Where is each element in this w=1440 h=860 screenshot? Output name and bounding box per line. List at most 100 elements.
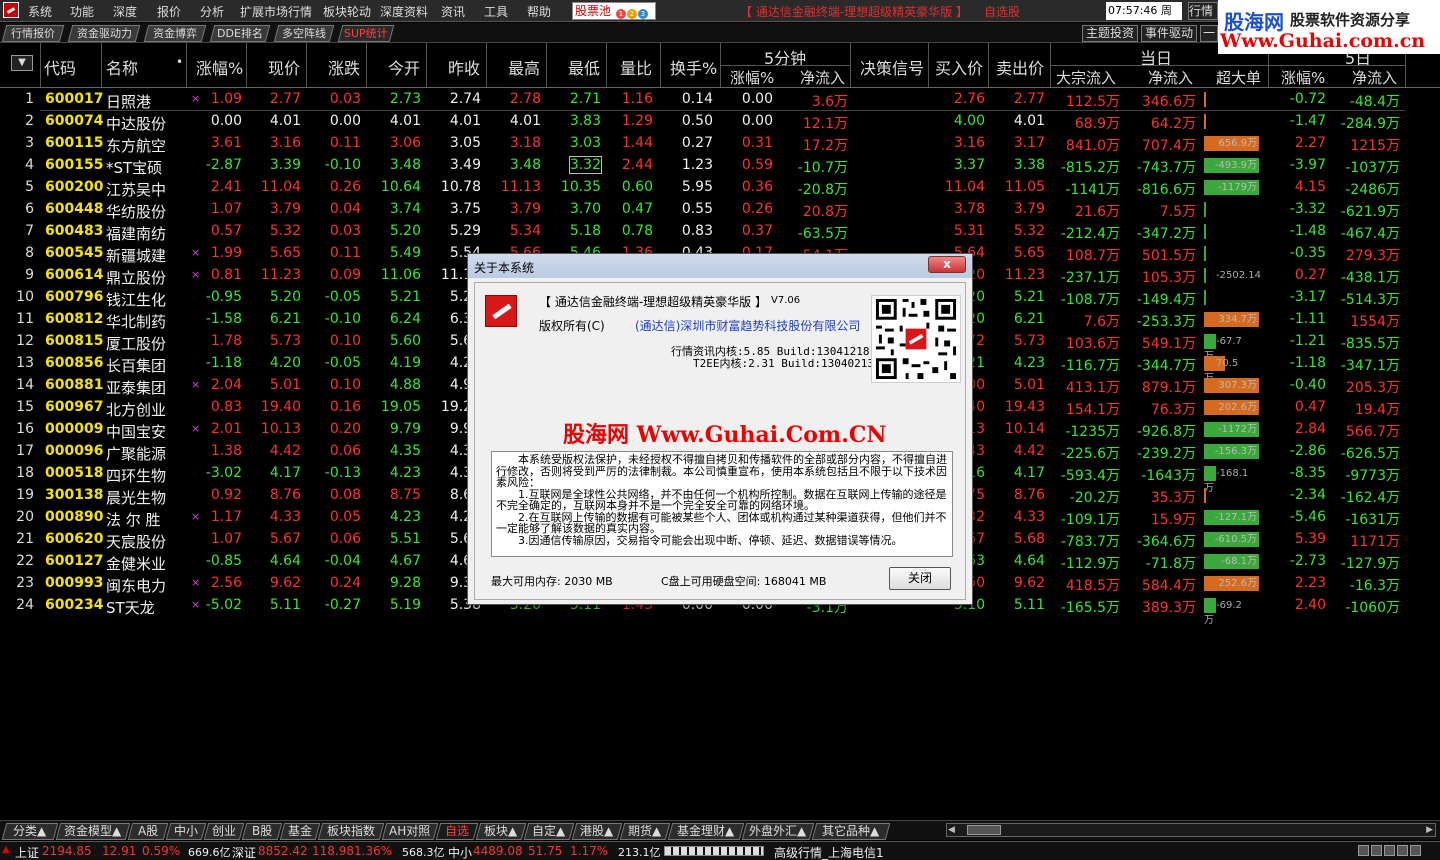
market-tab[interactable]: 板块▲	[475, 823, 527, 840]
market-tab[interactable]: 其它品种▲	[811, 823, 891, 840]
tab-quotes[interactable]: 行情报价	[1, 25, 65, 42]
dialog-titlebar[interactable]: 关于本系统 x	[468, 254, 972, 278]
dialog-close-icon[interactable]: x	[928, 256, 966, 273]
menu-function[interactable]: 功能	[70, 3, 94, 20]
cell-ask: 5.68	[1013, 531, 1045, 547]
col-change[interactable]: 涨跌	[328, 55, 360, 79]
row-index: 9	[25, 267, 34, 283]
col-open[interactable]: 今开	[388, 55, 420, 79]
col-super-large[interactable]: 超大单	[1216, 67, 1261, 88]
menu-quote[interactable]: 报价	[157, 3, 181, 20]
col-code[interactable]: 代码	[44, 55, 76, 79]
stock-code: 600155	[45, 157, 104, 173]
market-tab[interactable]: 外盘外汇▲	[741, 823, 815, 840]
col-turnover[interactable]: 换手%	[670, 55, 717, 79]
zx-label[interactable]: 中小	[448, 844, 472, 860]
tab-dde-rank[interactable]: DDE排名	[209, 25, 271, 42]
sz-label[interactable]: 深证	[232, 844, 256, 860]
market-tab[interactable]: 港股▲	[571, 823, 623, 840]
table-row[interactable]: 6 600448 华纺股份 1.07 3.79 0.04 3.74 3.75 3.79 3.70 0…	[0, 199, 1440, 221]
scroll-thumb[interactable]	[967, 825, 1001, 835]
market-tab[interactable]: 基金	[279, 823, 321, 840]
col-signal[interactable]: 决策信号	[860, 55, 924, 79]
table-row[interactable]: 2 600074 中达股份 0.00 4.01 0.00 4.01 4.01 4.01 3.83 1…	[0, 111, 1440, 133]
market-tab[interactable]: 板块指数	[317, 823, 385, 840]
pool-badge-3[interactable]: 3	[637, 9, 648, 19]
menu-sector-rotation[interactable]: 板块轮动	[323, 3, 371, 20]
market-tab[interactable]: 分类▲	[1, 823, 59, 840]
tab-capital-drive[interactable]: 资金驱动力	[67, 25, 141, 42]
market-tab[interactable]: A股	[127, 823, 169, 840]
col-bid[interactable]: 买入价	[935, 55, 983, 79]
cell-block: -815.2万	[1060, 160, 1120, 176]
menu-depth-data[interactable]: 深度资料	[380, 3, 428, 20]
horizontal-scrollbar[interactable]: ◀ ▶	[946, 823, 1436, 837]
col-5day-change[interactable]: 涨幅%	[1281, 67, 1325, 88]
quote-button[interactable]: 行情	[1188, 2, 1218, 20]
zx-index: 4489.08	[473, 844, 523, 858]
market-tab[interactable]: B股	[241, 823, 283, 840]
market-tab[interactable]: 中小	[165, 823, 207, 840]
market-tab[interactable]: AH对照	[381, 823, 439, 840]
scroll-right-icon[interactable]: ▶	[1426, 825, 1433, 835]
menu-system[interactable]: 系统	[28, 3, 52, 20]
market-tab[interactable]: 资金模型▲	[55, 823, 131, 840]
pool-badge-2[interactable]: 2	[626, 9, 637, 19]
cell-ask: 4.01	[1013, 113, 1045, 129]
market-tab[interactable]: 期货▲	[619, 823, 671, 840]
menu-tools[interactable]: 工具	[484, 3, 508, 20]
status-icon-1[interactable]	[1358, 845, 1369, 856]
col-high[interactable]: 最高	[508, 55, 540, 79]
app-logo-icon[interactable]	[3, 2, 19, 18]
status-icon-4[interactable]	[1397, 845, 1408, 856]
feed-server[interactable]: 高级行情_上海电信1	[774, 844, 884, 860]
menu-news[interactable]: 资讯	[441, 3, 465, 20]
tab-more[interactable]: 一	[1200, 25, 1218, 42]
tab-long-short[interactable]: 多空阵线	[273, 25, 335, 42]
status-icon-3[interactable]	[1384, 845, 1395, 856]
tab-event-drive[interactable]: 事件驱动	[1141, 25, 1197, 42]
col-name[interactable]: 名称	[106, 55, 138, 79]
sh-label[interactable]: 上证	[15, 844, 39, 860]
col-change-pct[interactable]: 涨幅%	[196, 55, 243, 79]
tab-sup-stats[interactable]: SUP统计	[337, 25, 395, 42]
tab-theme-invest[interactable]: 主题投资	[1082, 25, 1138, 42]
license-text[interactable]: 本系统受版权法保护，未经授权不得擅自拷贝和传播软件的全部或部分内容，不得擅自进行…	[491, 451, 953, 557]
market-tab[interactable]: 创业	[203, 823, 245, 840]
col-net-inflow[interactable]: 净流入	[1148, 67, 1193, 88]
menu-help[interactable]: 帮助	[527, 3, 551, 20]
table-row[interactable]: 7 600483 福建南纺 0.57 5.32 0.03 5.20 5.29 5.34 5.18 0…	[0, 221, 1440, 243]
status-icon-5[interactable]	[1410, 845, 1421, 856]
tab-capital-game[interactable]: 资金博弈	[143, 25, 207, 42]
cell-in5: -127.9万	[1340, 556, 1400, 572]
market-tab[interactable]: 自定▲	[523, 823, 575, 840]
col-5min-change[interactable]: 涨幅%	[730, 67, 774, 88]
menu-analysis[interactable]: 分析	[200, 3, 224, 20]
table-row[interactable]: 5 600200 江苏吴中 2.41 11.04 0.26 10.64 10.78 11.13 1…	[0, 177, 1440, 199]
menu-extended-market[interactable]: 扩展市场行情	[240, 3, 312, 20]
col-5min-inflow[interactable]: 净流入	[800, 67, 845, 88]
cell-chg: 0.81	[210, 267, 242, 283]
table-row[interactable]: 4 600155 *ST宝硕 -2.87 3.39 -0.10 3.48 3.49 3.48 3.…	[0, 155, 1440, 177]
dialog-copyright-company[interactable]: (通达信)深圳市财富趋势科技股份有限公司	[635, 317, 860, 334]
stock-pool-button[interactable]: 股票池 1234	[572, 2, 656, 35]
dialog-close-button[interactable]: 关闭	[889, 567, 951, 590]
table-row[interactable]: 1 600017 日照港 × 1.09 2.77 0.03 2.73 2.74 2.78 2.71 1…	[0, 89, 1440, 111]
custom-stock-label[interactable]: 自选股	[984, 3, 1020, 20]
menu-depth[interactable]: 深度	[113, 3, 137, 20]
col-block-inflow[interactable]: 大宗流入	[1056, 67, 1116, 88]
market-tab[interactable]: 基金理财▲	[667, 823, 745, 840]
col-prev-close[interactable]: 昨收	[448, 55, 480, 79]
col-price[interactable]: 现价	[268, 55, 300, 79]
table-row[interactable]: 3 600115 东方航空 3.61 3.16 0.11 3.06 3.05 3.18 3.03 1…	[0, 133, 1440, 155]
status-icon-2[interactable]	[1371, 845, 1382, 856]
market-tab[interactable]: 自选	[435, 823, 479, 840]
col-volume-ratio[interactable]: 量比	[620, 55, 652, 79]
scroll-left-icon[interactable]: ◀	[948, 825, 955, 835]
col-5day-inflow[interactable]: 净流入	[1352, 67, 1397, 88]
pool-badge-1[interactable]: 1	[615, 9, 626, 19]
super-large-order-bar: -67.7万	[1204, 334, 1242, 362]
col-low[interactable]: 最低	[568, 55, 600, 79]
col-ask[interactable]: 卖出价	[996, 55, 1044, 79]
sort-menu-icon[interactable]: ▼	[11, 55, 33, 71]
